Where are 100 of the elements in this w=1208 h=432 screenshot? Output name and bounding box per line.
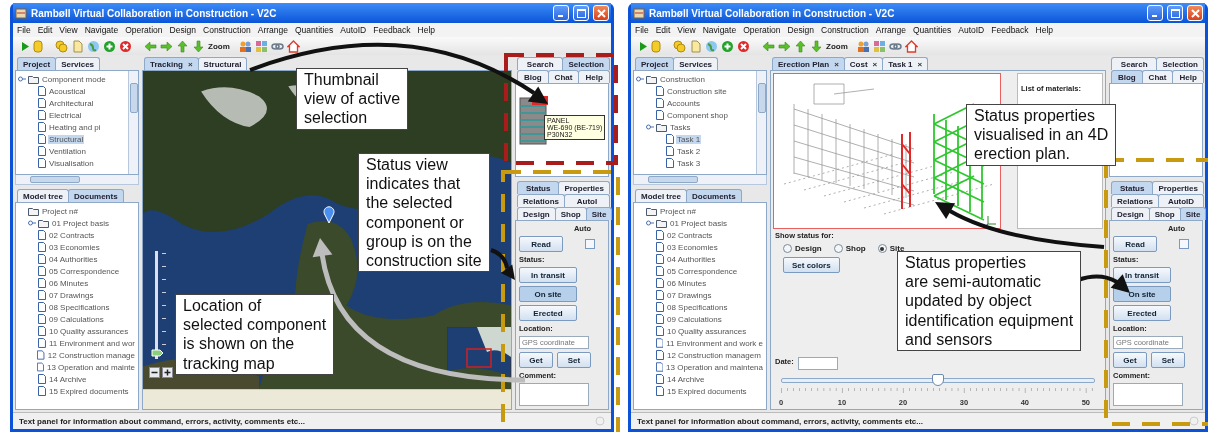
play-icon[interactable] xyxy=(639,39,648,53)
tree-item[interactable]: 03 Economies xyxy=(666,242,719,252)
play-icon[interactable] xyxy=(21,39,30,53)
arrow-down-icon[interactable] xyxy=(810,39,823,53)
zoom-out-button[interactable] xyxy=(149,367,160,378)
map-pin-icon[interactable] xyxy=(323,206,335,224)
home-icon[interactable] xyxy=(904,39,918,53)
tab[interactable]: AutoID xyxy=(1158,194,1204,207)
close-tab-button[interactable]: × xyxy=(187,59,193,69)
tab[interactable]: AutoI xyxy=(564,194,610,207)
tab[interactable]: Chat xyxy=(1141,70,1174,83)
tree-item[interactable]: 07 Drawings xyxy=(666,290,713,300)
tree-item[interactable]: 02 Contracts xyxy=(666,230,714,240)
tree-item[interactable]: Accounts xyxy=(666,98,701,108)
tree-item[interactable]: 15 Expired documents xyxy=(666,386,748,396)
tab[interactable]: Design xyxy=(517,207,556,220)
tree-item[interactable]: 04 Authorities xyxy=(48,254,99,264)
tree-item[interactable]: 08 Specifications xyxy=(666,302,729,312)
tab[interactable]: Relations xyxy=(1111,194,1159,207)
close-tab-button[interactable]: × xyxy=(872,59,878,69)
menu-item[interactable]: Navigate xyxy=(702,25,737,35)
tree-item[interactable]: 11 Environment and wor xyxy=(47,338,136,348)
tree-item[interactable]: 09 Calculations xyxy=(48,314,105,324)
tree-item[interactable]: Structural xyxy=(48,134,85,144)
menu-item[interactable]: Construction xyxy=(821,25,869,35)
vertical-scrollbar[interactable] xyxy=(128,71,138,174)
tree-item[interactable]: Component shop xyxy=(666,110,729,120)
arrow-left-icon[interactable] xyxy=(144,39,157,53)
tree-item[interactable]: 08 Specifications xyxy=(48,302,111,312)
status-button[interactable]: On site xyxy=(519,286,577,302)
tree-item[interactable]: 14 Archive xyxy=(666,374,706,384)
menu-item[interactable]: File xyxy=(635,25,649,35)
tree-item[interactable]: 13 Operation and maintena xyxy=(665,362,764,372)
zoom-button[interactable]: Zoom xyxy=(826,41,848,51)
tab[interactable]: Documents xyxy=(686,189,742,202)
page-icon[interactable] xyxy=(689,39,702,53)
set-button[interactable]: Set xyxy=(1151,352,1185,368)
read-button[interactable]: Read xyxy=(1113,236,1157,252)
tree-item[interactable]: 01 Project basis xyxy=(51,218,110,228)
menu-item[interactable]: Arrange xyxy=(875,25,906,35)
comment-field[interactable] xyxy=(1113,383,1183,406)
close-button[interactable] xyxy=(593,5,609,21)
menu-item[interactable]: Arrange xyxy=(257,25,288,35)
set-colors-button[interactable]: Set colors xyxy=(783,257,840,273)
tree-item[interactable]: Project n# xyxy=(41,206,80,216)
zoom-in-button[interactable] xyxy=(162,367,173,378)
plus-circle-icon[interactable] xyxy=(103,39,116,53)
tab[interactable]: Help xyxy=(578,70,610,83)
tree-item[interactable]: 13 Operation and mainte xyxy=(45,362,136,372)
menu-item[interactable]: Design xyxy=(787,25,814,35)
tree-item[interactable]: Visualisation xyxy=(48,158,95,168)
tree-item[interactable]: 04 Authorities xyxy=(666,254,717,264)
auto-checkbox[interactable] xyxy=(1179,239,1189,249)
stack-icon[interactable] xyxy=(55,39,68,53)
tree-item[interactable]: Component mode xyxy=(41,74,107,84)
tree-item[interactable]: Acoustical xyxy=(48,86,87,96)
status-button[interactable]: On site xyxy=(1113,286,1171,302)
auto-checkbox[interactable] xyxy=(585,239,595,249)
tab[interactable]: Cost × xyxy=(843,57,884,70)
menu-item[interactable]: Quantities xyxy=(295,25,334,35)
menu-item[interactable]: Operation xyxy=(125,25,163,35)
cylinder-icon[interactable] xyxy=(651,39,661,53)
menu-item[interactable]: Feedback xyxy=(991,25,1029,35)
tab[interactable]: Site xyxy=(1179,207,1207,220)
close-button[interactable] xyxy=(1187,5,1203,21)
close-tab-button[interactable]: × xyxy=(917,59,923,69)
stack-icon[interactable] xyxy=(673,39,686,53)
grid-icon[interactable] xyxy=(254,39,268,53)
arrow-up-icon[interactable] xyxy=(176,39,189,53)
tree-item[interactable]: Task 1 xyxy=(676,134,702,144)
tree-item[interactable]: Task 2 xyxy=(676,146,702,156)
menu-item[interactable]: Help xyxy=(1035,25,1054,35)
tree-toggle-icon[interactable] xyxy=(18,76,26,82)
tree-item[interactable]: 12 Construction managem xyxy=(666,350,762,360)
menu-item[interactable]: Edit xyxy=(37,25,53,35)
tree-item[interactable]: Tasks xyxy=(669,122,692,132)
menu-item[interactable]: Design xyxy=(169,25,196,35)
tree-item[interactable]: 11 Environment and work e xyxy=(665,338,764,348)
tab[interactable]: Properties xyxy=(1152,181,1204,194)
tree-item[interactable]: 01 Project basis xyxy=(669,218,728,228)
tree-item[interactable]: Task 3 xyxy=(676,158,702,168)
tab[interactable]: Project xyxy=(635,57,675,70)
tab[interactable]: Task 1 × xyxy=(882,57,929,70)
tree-item[interactable]: 03 Economies xyxy=(48,242,101,252)
radio-option[interactable]: Shop xyxy=(833,244,866,253)
minimize-button[interactable] xyxy=(1147,5,1163,21)
maximize-button[interactable] xyxy=(573,5,589,21)
tree-item[interactable]: 06 Minutes xyxy=(666,278,708,288)
status-button[interactable]: In transit xyxy=(519,267,577,283)
tab[interactable]: Status xyxy=(517,181,560,194)
tab[interactable]: Properties xyxy=(558,181,610,194)
globe-icon[interactable] xyxy=(705,39,718,53)
radio-option[interactable]: Design xyxy=(783,244,822,253)
tab[interactable]: Shop xyxy=(554,207,587,220)
maximize-button[interactable] xyxy=(1167,5,1183,21)
tab[interactable]: Services xyxy=(55,57,101,70)
tree-item[interactable]: Architectural xyxy=(48,98,95,108)
globe-icon[interactable] xyxy=(87,39,100,53)
get-button[interactable]: Get xyxy=(1113,352,1147,368)
arrow-right-icon[interactable] xyxy=(778,39,791,53)
